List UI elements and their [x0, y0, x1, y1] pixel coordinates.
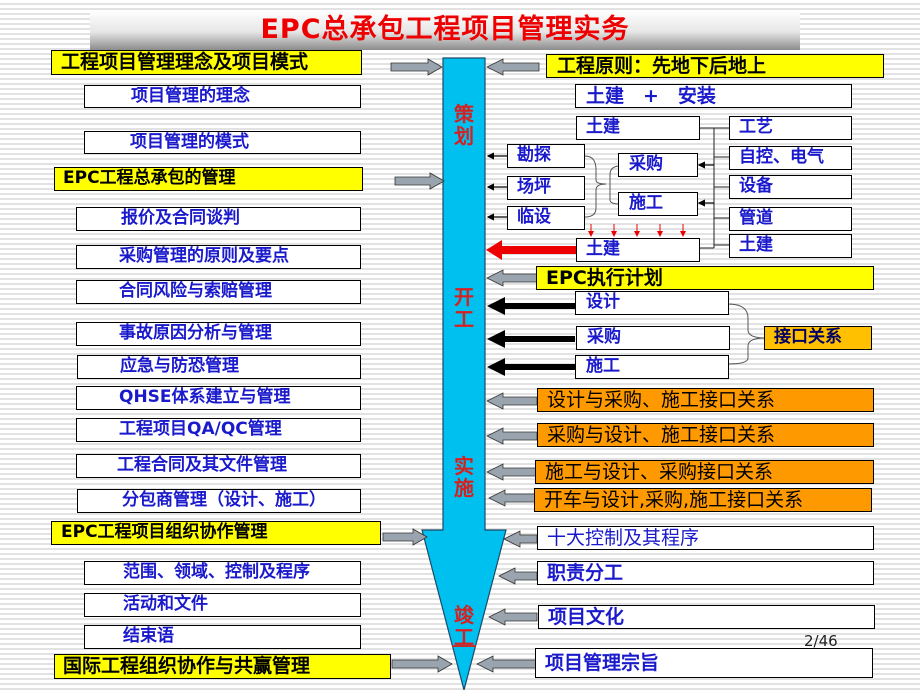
- arrow-right-2: [394, 172, 445, 190]
- left-item[interactable]: 分包商管理（设计、施工）: [77, 489, 361, 513]
- arrow-left-closing-2: [498, 567, 538, 585]
- arrow-right-1: [390, 58, 443, 76]
- install-item[interactable]: 工艺: [729, 116, 852, 140]
- left-item[interactable]: 项目管理的模式: [84, 131, 361, 154]
- civil-bottom-box[interactable]: 土建: [576, 238, 700, 262]
- stage-label-implementation: 实施: [454, 454, 474, 500]
- arrow-exec-design: [487, 297, 575, 315]
- civil-top-box[interactable]: 土建: [576, 116, 700, 140]
- closing-item[interactable]: 职责分工: [537, 561, 874, 585]
- left-item[interactable]: 采购管理的原则及要点: [76, 245, 361, 269]
- left-heading-1[interactable]: 工程项目管理理念及项目模式: [51, 50, 362, 75]
- left-heading-3[interactable]: EPC工程项目组织协作管理: [51, 521, 381, 545]
- install-item[interactable]: 设备: [729, 175, 852, 199]
- stage-label-planning: 策划: [454, 102, 474, 148]
- principle-box[interactable]: 工程原则：先地下后地上: [546, 54, 884, 78]
- prep-brace-connector: [584, 155, 621, 218]
- left-item[interactable]: 应急与防恐管理: [77, 355, 361, 379]
- exec-box-construction[interactable]: 施工: [575, 355, 729, 379]
- left-item[interactable]: QHSE体系建立与管理: [76, 386, 361, 410]
- closing-item[interactable]: 项目文化: [538, 605, 875, 629]
- epc-plan-box[interactable]: EPC执行计划: [536, 266, 874, 290]
- left-heading-4[interactable]: 国际工程组织协作与共赢管理: [54, 654, 391, 679]
- prep-box-survey[interactable]: 勘探: [507, 144, 585, 168]
- arrow-left-interface-3: [486, 463, 538, 481]
- exec-box-design[interactable]: 设计: [575, 291, 729, 315]
- prep-box-site[interactable]: 场坪: [507, 176, 585, 200]
- arrow-left-epc-plan: [486, 269, 538, 287]
- left-item[interactable]: 工程项目QA/QC管理: [76, 418, 361, 442]
- arrow-right-4: [391, 655, 453, 673]
- page-indicator: 2/46: [804, 632, 838, 650]
- closing-item[interactable]: 项目管理宗旨: [535, 648, 873, 678]
- install-connector: [700, 127, 729, 249]
- left-item[interactable]: 结束语: [84, 625, 361, 649]
- stage-label-completion: 竣工: [454, 603, 474, 649]
- left-item[interactable]: 范围、领域、控制及程序: [84, 561, 361, 585]
- prep-box-temp[interactable]: 临设: [507, 206, 585, 230]
- stage-label-start: 开工: [454, 285, 474, 331]
- arrow-left-principle: [486, 58, 540, 76]
- left-item[interactable]: 报价及合同谈判: [76, 207, 361, 231]
- install-item[interactable]: 管道: [729, 207, 852, 231]
- interface-item[interactable]: 开车与设计,采购,施工接口关系: [534, 488, 872, 512]
- arrow-left-interface-2: [486, 427, 538, 445]
- left-item[interactable]: 项目管理的理念: [84, 85, 361, 108]
- left-item[interactable]: 工程合同及其文件管理: [76, 454, 361, 478]
- install-item[interactable]: 土建: [729, 234, 852, 258]
- civil-plus-install-box[interactable]: 土建 + 安装: [575, 84, 852, 108]
- interface-item[interactable]: 设计与采购、施工接口关系: [537, 388, 874, 412]
- interface-item[interactable]: 采购与设计、施工接口关系: [537, 423, 874, 447]
- interface-brace: [727, 303, 767, 365]
- arrow-right-3: [382, 528, 428, 546]
- arrow-red-civil: [486, 240, 576, 260]
- interface-box[interactable]: 接口关系: [764, 326, 872, 350]
- closing-item[interactable]: 十大控制及其程序: [537, 526, 874, 550]
- timeline-spine-arrow: [421, 57, 507, 690]
- left-item[interactable]: 事故原因分析与管理: [76, 322, 361, 346]
- arrow-left-closing-1: [503, 530, 538, 548]
- arrow-left-interface-4: [488, 489, 538, 507]
- arrow-exec-construction: [487, 358, 575, 376]
- arrow-left-closing-3: [488, 608, 538, 626]
- procurement-box[interactable]: 采购: [618, 153, 698, 177]
- left-item[interactable]: 活动和文件: [84, 593, 361, 617]
- exec-box-procurement[interactable]: 采购: [576, 326, 730, 350]
- arrow-exec-procurement: [487, 330, 575, 348]
- arrow-left-interface-1: [486, 392, 538, 410]
- construction-box[interactable]: 施工: [618, 192, 698, 216]
- left-heading-2[interactable]: EPC工程总承包的管理: [54, 167, 363, 191]
- install-item[interactable]: 自控、电气: [729, 146, 852, 170]
- interface-item[interactable]: 施工与设计、采购接口关系: [535, 460, 874, 484]
- left-item[interactable]: 合同风险与索赔管理: [76, 280, 361, 304]
- arrow-left-closing-4: [476, 655, 538, 673]
